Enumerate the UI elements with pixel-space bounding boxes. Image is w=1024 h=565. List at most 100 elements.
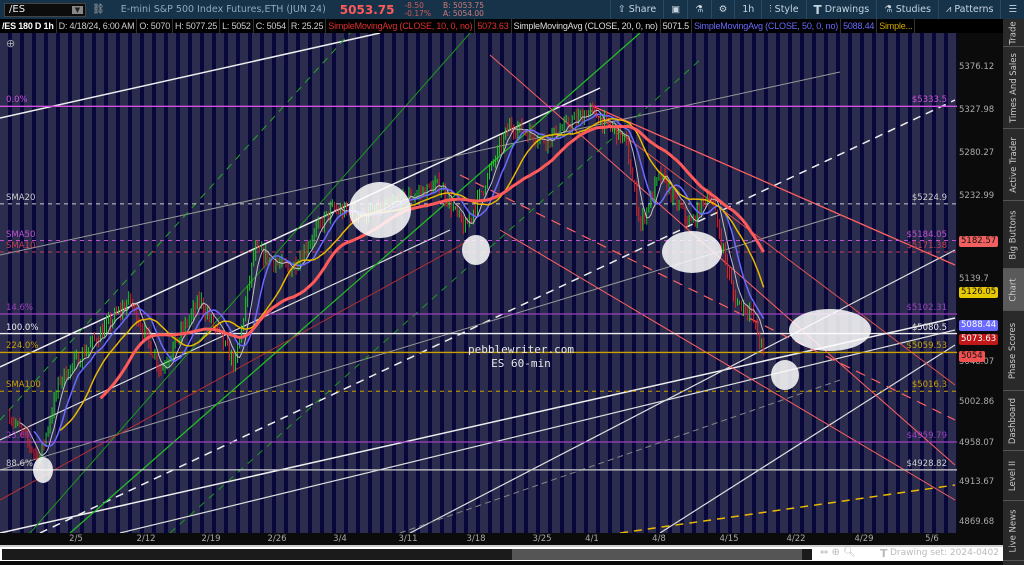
text-t-icon: T <box>813 2 822 17</box>
price-tick: 5139.7 <box>959 274 989 285</box>
side-tab-phase-scores[interactable]: Phase Scores <box>1003 311 1024 391</box>
side-tab-label: Phase Scores <box>1008 322 1019 379</box>
share-button[interactable]: ⇪ Share <box>609 0 663 19</box>
ma-line-sma20 <box>33 113 765 447</box>
level-label: 23.6% <box>6 431 34 442</box>
gear-icon: ⚙ <box>718 4 728 15</box>
level-price-label: $5080.5 <box>911 322 947 333</box>
side-tab-chart[interactable]: Chart <box>1003 269 1024 311</box>
date-tick: 4/29 <box>854 534 874 544</box>
alert-icon: ▣ <box>671 4 681 15</box>
studies-label: Studies <box>895 4 931 15</box>
style-button[interactable]: ⫶ Style <box>761 0 805 19</box>
date-tick: 4/8 <box>652 534 666 544</box>
level-label: SMA100 <box>6 380 41 391</box>
side-tab-level-ii[interactable]: Level II <box>1003 451 1024 501</box>
date-tick: 4/1 <box>585 534 599 544</box>
side-tab-times-and-sales[interactable]: Times And Sales <box>1003 47 1024 129</box>
time-axis[interactable]: 2/5 2/12 2/19 2/26 3/4 3/11 3/18 3/25 4/1 4/8 4/15… <box>0 533 957 545</box>
highlight-ellipse <box>349 182 411 238</box>
price-chart[interactable]: 0.0% $5333.5 SMA20 $5224.9 SMA50 $5184.05 SMA1… <box>0 33 957 533</box>
link-icon[interactable]: ⛓ <box>92 4 105 15</box>
level-label: SMA50 <box>6 229 36 240</box>
side-tab-live-news[interactable]: Live News <box>1003 501 1024 561</box>
date-tick: 3/11 <box>398 534 418 544</box>
add-icon[interactable]: ⊕ <box>6 37 15 50</box>
drawing-set[interactable]: Drawing set: 2024-0402 <box>890 548 999 558</box>
price-badge: 5182.57 <box>959 235 999 247</box>
price-badge: 5073.63 <box>959 333 999 345</box>
watermark-site: pebblewriter.com <box>468 343 574 356</box>
drawings-button[interactable]: T Drawings <box>805 0 877 19</box>
share-label: Share <box>628 4 657 15</box>
highlight-ellipse <box>462 235 490 265</box>
level-price-label: $5333.5 <box>911 95 947 106</box>
flask-icon: ⚗ <box>695 4 704 15</box>
level-price-label: $5184.05 <box>906 229 947 240</box>
chevron-down-icon[interactable]: ▼ <box>72 5 83 14</box>
share-icon: ⇪ <box>617 4 626 15</box>
chart-spec: /ES 180 D 1h <box>0 19 57 33</box>
study-sma20-value: 5071.5 <box>661 19 692 33</box>
date-tick: 2/5 <box>69 534 83 544</box>
timeframe-button[interactable]: 1h <box>734 0 761 19</box>
date-tick: 4/15 <box>719 534 739 544</box>
level-label: 14.6% <box>6 302 34 313</box>
trendline <box>0 33 351 421</box>
study-sma50[interactable]: SimpleMovingAvg (CLOSE, 50, 0, no) <box>692 19 842 33</box>
side-tab-label: Live News <box>1008 508 1019 553</box>
level-label: 224.0% <box>6 341 39 352</box>
date-tick: 3/4 <box>333 534 347 544</box>
side-tab-big-buttons[interactable]: Big Buttons <box>1003 201 1024 269</box>
text-t-icon[interactable]: T <box>880 547 888 560</box>
bottom-bar: ⇔ ⊕ 🔍︎ T Drawing set: 2024-0402 <box>0 545 1003 561</box>
study-sma10[interactable]: SimpleMovingAvg (CLOSE, 10, 0, no) <box>326 19 476 33</box>
percent-change: -0.17% <box>404 8 431 18</box>
instrument-description: E-mini S&P 500 Index Futures,ETH (JUN 24… <box>120 4 326 15</box>
side-tab-dashboard[interactable]: Dashboard <box>1003 391 1024 451</box>
side-tab-label: Level II <box>1008 460 1019 491</box>
side-tab-active-trader[interactable]: Active Trader <box>1003 129 1024 201</box>
price-axis[interactable]: 5376.125327.985280.275232.995139.75048.0… <box>957 33 1003 533</box>
ask-price: A: 5054.00 <box>443 8 484 18</box>
settings-button[interactable]: ⚙ <box>710 0 735 19</box>
horizontal-scrollbar[interactable] <box>2 549 812 560</box>
menu-button[interactable]: ☰ <box>1000 0 1024 19</box>
trendline <box>589 109 956 386</box>
ma-line-sma100 <box>99 124 765 400</box>
side-tab-trade[interactable]: Trade <box>1003 19 1024 47</box>
trendline <box>399 379 841 533</box>
side-tab-label: Big Buttons <box>1008 209 1019 260</box>
flask-icon: ⚗ <box>884 4 893 15</box>
right-sidebar: Trade Times And Sales Active Trader Big But… <box>1003 19 1024 565</box>
scrollbar-thumb[interactable] <box>512 549 802 560</box>
level-price-label: $5016.3 <box>911 380 947 391</box>
last-price: 5053.75 <box>339 2 395 17</box>
price-badge: 5126.05 <box>959 286 999 298</box>
zoom-icon[interactable]: ⇔ ⊕ 🔍︎ <box>820 547 856 558</box>
horizontal-levels <box>0 105 957 471</box>
patterns-button[interactable]: ⩘ Patterns <box>937 0 1001 19</box>
level-price-label: $5059.53 <box>906 341 947 352</box>
top-toolbar: /ES ▼ ⛓ E-mini S&P 500 Index Futures,ETH … <box>0 0 1024 19</box>
drawings-label: Drawings <box>824 4 870 15</box>
bar-date: D: 4/18/24, 6:00 AM <box>57 19 138 33</box>
study-sma50-value: 5088.44 <box>841 19 878 33</box>
bar-close: C: 5054 <box>254 19 289 33</box>
style-icon: ⫶ <box>769 4 772 15</box>
trendline <box>0 71 841 256</box>
highlight-ellipse <box>771 360 799 390</box>
study-sma100[interactable]: Simple... <box>877 19 916 33</box>
study-sma20[interactable]: SimpleMovingAvg (CLOSE, 20, 0, no) <box>512 19 661 33</box>
price-tick: 4869.68 <box>959 516 995 527</box>
level-price-label: $5224.9 <box>911 192 947 203</box>
alert-button[interactable]: ▣ <box>663 0 687 19</box>
highlight-ellipse <box>662 231 722 273</box>
level-price-label: $5171.38 <box>906 240 947 251</box>
date-tick: 2/12 <box>136 534 156 544</box>
studies-button[interactable]: ⚗ Studies <box>876 0 938 19</box>
menu-icon: ☰ <box>1008 4 1017 15</box>
level-price-label: $4928.82 <box>906 458 947 469</box>
flask-button[interactable]: ⚗ <box>687 0 711 19</box>
symbol-input[interactable]: /ES ▼ <box>4 2 86 17</box>
